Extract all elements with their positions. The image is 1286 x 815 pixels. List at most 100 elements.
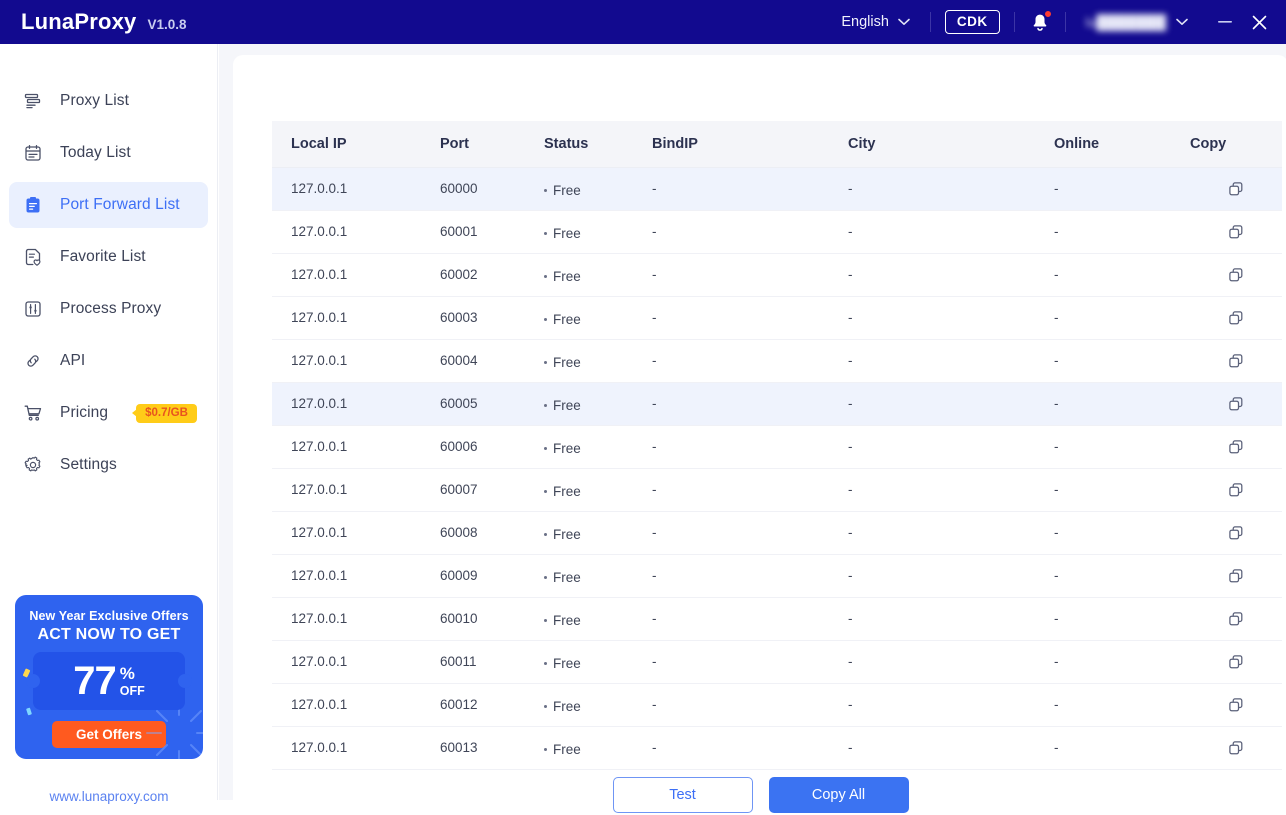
status-badge: Free xyxy=(544,355,581,370)
table-row[interactable]: 127.0.0.160010Free--- xyxy=(272,597,1282,640)
cell-copy xyxy=(1190,253,1282,296)
test-button[interactable]: Test xyxy=(613,777,753,813)
cell-local-ip: 127.0.0.1 xyxy=(272,296,440,339)
sidebar-item-process-proxy[interactable]: Process Proxy xyxy=(9,286,208,332)
table-row[interactable]: 127.0.0.160006Free--- xyxy=(272,425,1282,468)
cdk-button[interactable]: CDK xyxy=(945,10,1000,34)
cell-bindip: - xyxy=(652,726,848,769)
cell-city: - xyxy=(848,382,1054,425)
cell-city: - xyxy=(848,468,1054,511)
status-label: Free xyxy=(553,742,581,757)
user-menu[interactable]: lu███████ xyxy=(1080,14,1194,30)
copy-icon xyxy=(1228,697,1244,713)
sidebar-item-proxy-list[interactable]: Proxy List xyxy=(9,78,208,124)
cell-bindip: - xyxy=(652,511,848,554)
table-row[interactable]: 127.0.0.160008Free--- xyxy=(272,511,1282,554)
sidebar-item-settings[interactable]: Settings xyxy=(9,442,208,488)
cell-status: Free xyxy=(544,640,652,683)
sidebar-item-port-forward-list[interactable]: Port Forward List xyxy=(9,182,208,228)
status-label: Free xyxy=(553,398,581,413)
cell-local-ip: 127.0.0.1 xyxy=(272,210,440,253)
copy-row-button[interactable] xyxy=(1223,563,1249,589)
cell-online: - xyxy=(1054,511,1190,554)
close-icon xyxy=(1252,15,1267,30)
clipboard-icon xyxy=(22,194,44,216)
table-row[interactable]: 127.0.0.160003Free--- xyxy=(272,296,1282,339)
table-row[interactable]: 127.0.0.160004Free--- xyxy=(272,339,1282,382)
language-selector[interactable]: English xyxy=(835,14,916,30)
sidebar-item-api[interactable]: API xyxy=(9,338,208,384)
username-label: lu███████ xyxy=(1086,14,1166,30)
status-dot-icon xyxy=(544,619,547,622)
table-row[interactable]: 127.0.0.160009Free--- xyxy=(272,554,1282,597)
cell-status: Free xyxy=(544,210,652,253)
cell-local-ip: 127.0.0.1 xyxy=(272,167,440,210)
table-row[interactable]: 127.0.0.160001Free--- xyxy=(272,210,1282,253)
cell-bindip: - xyxy=(652,597,848,640)
copy-row-button[interactable] xyxy=(1223,262,1249,288)
copy-row-button[interactable] xyxy=(1223,305,1249,331)
minimize-button[interactable] xyxy=(1210,7,1240,37)
notification-badge xyxy=(1044,10,1052,18)
status-badge: Free xyxy=(544,312,581,327)
cell-port: 60001 xyxy=(440,210,544,253)
app-logo: LunaProxy V1.0.8 xyxy=(0,9,187,35)
copy-row-button[interactable] xyxy=(1223,649,1249,675)
copy-row-button[interactable] xyxy=(1223,176,1249,202)
status-badge: Free xyxy=(544,226,581,241)
cell-port: 60004 xyxy=(440,339,544,382)
notification-button[interactable] xyxy=(1029,10,1051,34)
table-row[interactable]: 127.0.0.160002Free--- xyxy=(272,253,1282,296)
copy-row-button[interactable] xyxy=(1223,348,1249,374)
status-badge: Free xyxy=(544,484,581,499)
copy-all-button[interactable]: Copy All xyxy=(769,777,909,813)
cell-status: Free xyxy=(544,468,652,511)
copy-row-button[interactable] xyxy=(1223,692,1249,718)
table-row[interactable]: 127.0.0.160011Free--- xyxy=(272,640,1282,683)
sidebar-item-favorite-list[interactable]: Favorite List xyxy=(9,234,208,280)
table-header: Local IP Port Status BindIP City Online … xyxy=(272,121,1282,167)
cell-status: Free xyxy=(544,425,652,468)
sidebar-item-label: Today List xyxy=(60,144,131,162)
table-row[interactable]: 127.0.0.160007Free--- xyxy=(272,468,1282,511)
table-row[interactable]: 127.0.0.160013Free--- xyxy=(272,726,1282,769)
promo-banner[interactable]: New Year Exclusive Offers ACT NOW TO GET… xyxy=(15,595,203,759)
column-header-local-ip: Local IP xyxy=(272,121,440,167)
cell-port: 60011 xyxy=(440,640,544,683)
status-badge: Free xyxy=(544,613,581,628)
cell-local-ip: 127.0.0.1 xyxy=(272,339,440,382)
status-badge: Free xyxy=(544,527,581,542)
sidebar-item-label: API xyxy=(60,352,85,370)
gear-icon xyxy=(22,454,44,476)
list-icon xyxy=(22,90,44,112)
copy-row-button[interactable] xyxy=(1223,434,1249,460)
cell-copy xyxy=(1190,210,1282,253)
copy-row-button[interactable] xyxy=(1223,606,1249,632)
table-row[interactable]: 127.0.0.160000Free--- xyxy=(272,167,1282,210)
table-row[interactable]: 127.0.0.160005Free--- xyxy=(272,382,1282,425)
sidebar-item-today-list[interactable]: Today List xyxy=(9,130,208,176)
copy-row-button[interactable] xyxy=(1223,219,1249,245)
heart-doc-icon xyxy=(22,246,44,268)
sliders-icon xyxy=(22,298,44,320)
cell-bindip: - xyxy=(652,253,848,296)
cell-city: - xyxy=(848,253,1054,296)
copy-icon xyxy=(1228,740,1244,756)
copy-row-button[interactable] xyxy=(1223,477,1249,503)
cell-port: 60009 xyxy=(440,554,544,597)
pricing-badge: $0.7/GB xyxy=(136,404,197,423)
copy-row-button[interactable] xyxy=(1223,391,1249,417)
copy-row-button[interactable] xyxy=(1223,735,1249,761)
sidebar-item-pricing[interactable]: Pricing $0.7/GB xyxy=(9,390,208,436)
status-label: Free xyxy=(553,527,581,542)
divider xyxy=(1014,12,1015,32)
close-button[interactable] xyxy=(1244,7,1274,37)
website-link[interactable]: www.lunaproxy.com xyxy=(0,789,218,804)
copy-row-button[interactable] xyxy=(1223,520,1249,546)
table-row[interactable]: 127.0.0.160012Free--- xyxy=(272,683,1282,726)
cell-local-ip: 127.0.0.1 xyxy=(272,597,440,640)
title-bar-right: English CDK lu███████ xyxy=(835,0,1286,44)
cell-port: 60006 xyxy=(440,425,544,468)
cell-local-ip: 127.0.0.1 xyxy=(272,425,440,468)
sidebar-item-label: Pricing xyxy=(60,404,108,422)
